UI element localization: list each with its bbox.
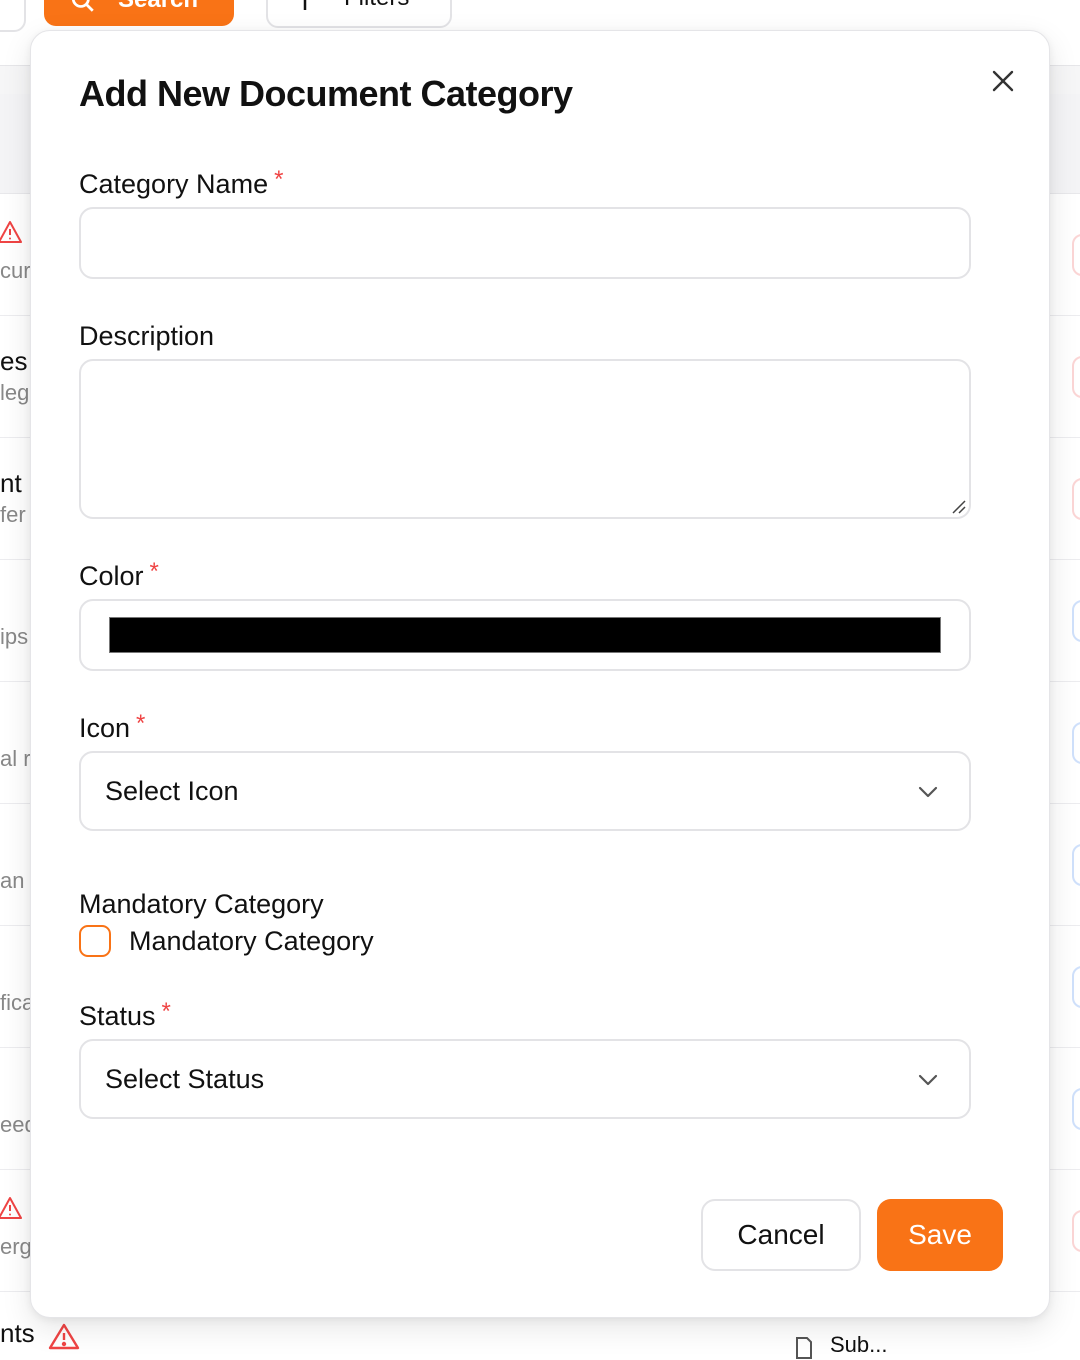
chevron-down-icon: [917, 1069, 939, 1091]
color-swatch[interactable]: [109, 617, 941, 653]
status-select[interactable]: Select Status: [79, 1039, 971, 1119]
icon-label-text: Icon: [79, 713, 130, 743]
mandatory-category-label: Mandatory Category: [79, 889, 324, 920]
required-mark: *: [136, 710, 145, 737]
toolbar-left-control[interactable]: [0, 0, 26, 32]
color-picker-field[interactable]: [79, 599, 971, 671]
table-cell-subtitle: al r: [0, 746, 30, 772]
status-select-value: Select Status: [105, 1064, 264, 1095]
mandatory-category-checkbox-row[interactable]: Mandatory Category: [79, 925, 374, 957]
icon-label: Icon*: [79, 713, 145, 744]
mandatory-category-checkbox-label[interactable]: Mandatory Category: [129, 926, 374, 957]
required-mark: *: [162, 998, 171, 1025]
color-label-text: Color: [79, 561, 144, 591]
warning-icon: [48, 1322, 80, 1350]
status-label: Status*: [79, 1001, 171, 1032]
category-name-label: Category Name*: [79, 169, 283, 200]
close-button[interactable]: [985, 63, 1021, 99]
table-cell-subtitle: eed: [0, 1112, 30, 1138]
add-category-dialog: Add New Document Category Category Name*…: [30, 30, 1050, 1318]
save-button[interactable]: Save: [877, 1199, 1003, 1271]
color-label: Color*: [79, 561, 159, 592]
description-label: Description: [79, 321, 214, 352]
dialog-title: Add New Document Category: [79, 73, 573, 115]
mandatory-category-label-text: Mandatory Category: [79, 889, 324, 919]
filter-icon: [298, 0, 312, 12]
status-badge: [1072, 722, 1080, 764]
table-row-label: nts: [0, 1318, 35, 1349]
table-cell-subtitle: fica: [0, 990, 30, 1016]
description-label-text: Description: [79, 321, 214, 351]
cancel-button[interactable]: Cancel: [701, 1199, 861, 1271]
document-icon: [792, 1336, 816, 1360]
category-name-label-text: Category Name: [79, 169, 268, 199]
table-cell-subtitle: leg: [0, 380, 30, 406]
chevron-down-icon: [917, 781, 939, 803]
warning-icon: [0, 220, 22, 244]
required-mark: *: [274, 166, 283, 193]
filters-button-label: Filters: [344, 0, 409, 12]
table-cell-subtitle: erg: [0, 1234, 30, 1260]
table-cell-subtitle: an: [0, 868, 30, 894]
table-cell-subtitle: fer: [0, 502, 30, 528]
table-cell-title: nt: [0, 468, 30, 499]
search-button-label: Search: [118, 0, 198, 14]
search-button[interactable]: Search: [44, 0, 234, 26]
status-badge: [1072, 966, 1080, 1008]
icon-select[interactable]: Select Icon: [79, 751, 971, 831]
warning-icon: [0, 1196, 22, 1220]
status-badge: [1072, 1088, 1080, 1130]
table-cell-title: es: [0, 346, 30, 377]
status-badge: [1072, 234, 1080, 276]
status-badge: [1072, 844, 1080, 886]
table-cell-subtitle: ips: [0, 624, 30, 650]
status-badge: [1072, 600, 1080, 642]
icon-select-value: Select Icon: [105, 776, 239, 807]
description-textarea[interactable]: [79, 359, 971, 519]
status-badge: [1072, 356, 1080, 398]
category-name-input[interactable]: [79, 207, 971, 279]
status-badge: [1072, 1210, 1080, 1252]
search-icon: [70, 0, 96, 14]
table-cell-subtitle: cur: [0, 258, 30, 284]
mandatory-category-checkbox[interactable]: [79, 925, 111, 957]
status-label-text: Status: [79, 1001, 156, 1031]
table-cell-text: Sub...: [830, 1332, 887, 1358]
status-badge: [1072, 478, 1080, 520]
close-icon: [991, 69, 1015, 93]
filters-button[interactable]: Filters: [266, 0, 452, 28]
resize-handle-icon[interactable]: [949, 497, 967, 515]
required-mark: *: [150, 558, 159, 585]
